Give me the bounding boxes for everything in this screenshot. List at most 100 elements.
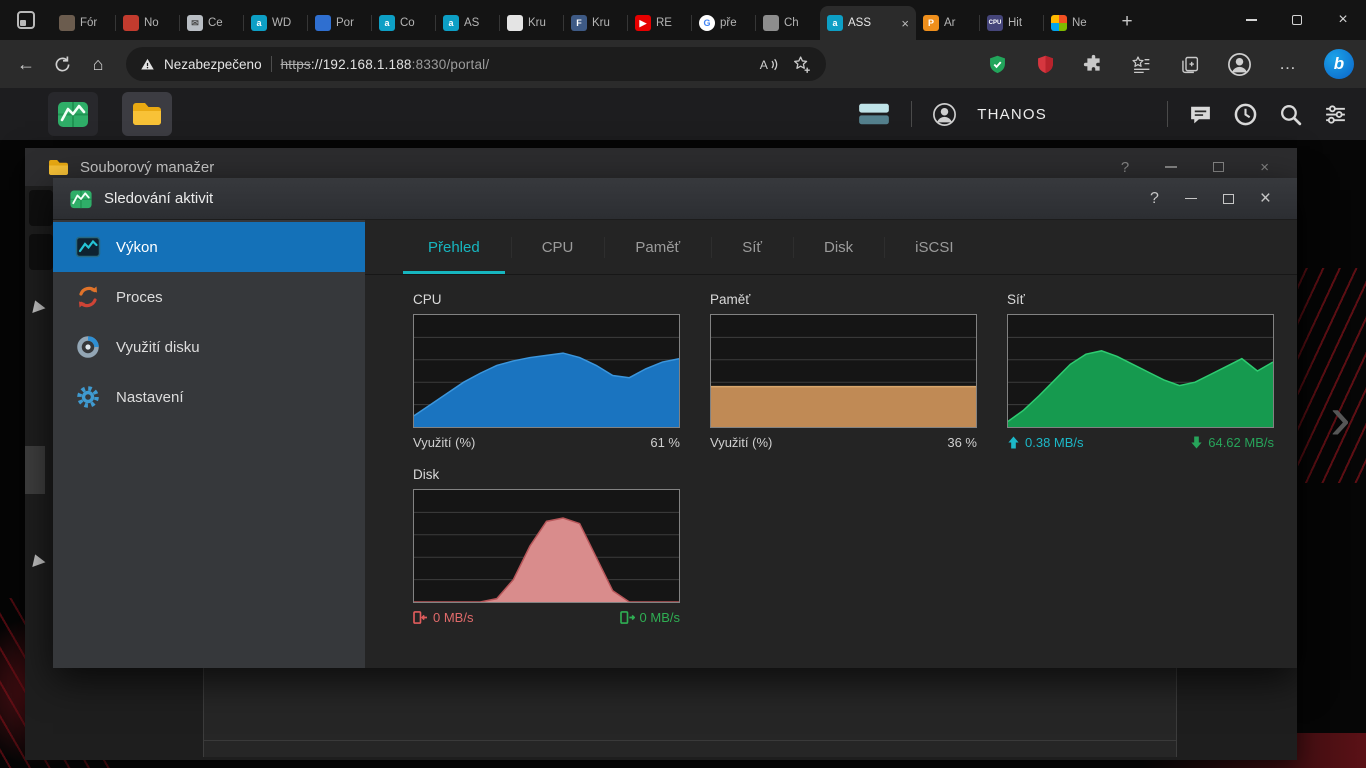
tab-title: WD	[272, 17, 301, 29]
browser-tab[interactable]: aCo	[372, 6, 436, 40]
window-body: VýkonProcesVyužití diskuNastavení Přehle…	[53, 220, 1297, 668]
address-bar[interactable]: Nezabezpečeno https://192.168.1.188:8330…	[126, 47, 826, 81]
sidebar-item-settings[interactable]: Nastavení	[53, 372, 365, 422]
divider	[1167, 101, 1168, 127]
cpu-chart-card: CPUVyužití (%)61 %	[413, 292, 680, 450]
network-chart-card: Síť0.38 MB/s64.62 MB/s	[1007, 292, 1274, 450]
tab-favicon	[123, 15, 139, 31]
browser-tab[interactable]: ▶RE	[628, 6, 692, 40]
sidebar-item-disk-usage[interactable]: Využití disku	[53, 322, 365, 372]
disk-write-icon	[620, 611, 635, 624]
browser-tab[interactable]: CPUHit	[980, 6, 1044, 40]
favorites-icon[interactable]	[1131, 54, 1152, 75]
user-avatar-icon[interactable]	[932, 102, 957, 127]
search-icon[interactable]	[1278, 102, 1303, 127]
help-button[interactable]: ?	[1121, 159, 1129, 176]
tab-network[interactable]: Síť	[711, 220, 793, 274]
browser-tab[interactable]: Fór	[52, 6, 116, 40]
adblock-shield-icon[interactable]	[1035, 54, 1056, 75]
disk-chart-card: Disk0 MB/s0 MB/s	[413, 467, 680, 625]
tab-memory[interactable]: Paměť	[604, 220, 711, 274]
stat-label: 64.62 MB/s	[1208, 435, 1274, 450]
charts-area: CPUVyužití (%)61 %PaměťVyužití (%)36 %Sí…	[365, 275, 1297, 625]
security-shield-icon[interactable]	[987, 54, 1008, 75]
browser-minimize-button[interactable]	[1228, 0, 1274, 40]
browser-tab[interactable]: Ch	[756, 6, 820, 40]
tab-actions-button[interactable]	[0, 0, 52, 40]
tab-disk[interactable]: Disk	[793, 220, 884, 274]
extensions-puzzle-icon[interactable]	[1083, 54, 1104, 75]
home-button[interactable]: ⌂	[80, 46, 116, 82]
settings-icon	[75, 384, 101, 410]
screen: FórNo✉CeaWDPoraCoaAS Kru FKru▶REGpřeCh a ASS…	[0, 0, 1366, 768]
refresh-button[interactable]	[44, 46, 80, 82]
maximize-button[interactable]	[1213, 162, 1224, 172]
back-button[interactable]: ←	[8, 46, 44, 82]
tab-favicon: G	[699, 15, 715, 31]
add-favorite-star-icon[interactable]	[791, 54, 812, 75]
fm-scrollbar[interactable]	[25, 446, 45, 494]
minimize-button[interactable]	[1165, 166, 1177, 168]
fm-toolbar-button[interactable]	[29, 234, 53, 270]
browser-tab[interactable]: No	[116, 6, 180, 40]
not-secure-warning-icon	[140, 57, 155, 72]
tab-favicon: a	[379, 15, 395, 31]
minimize-button[interactable]	[1185, 198, 1197, 200]
desktop: › Souborový manažer ? ×	[0, 140, 1366, 768]
memory-chart	[710, 314, 977, 428]
tab-iscsi[interactable]: iSCSI	[884, 220, 984, 274]
fm-panel-divider	[204, 740, 1176, 741]
tab-overview[interactable]: Přehled	[397, 220, 511, 274]
new-tab-button[interactable]: +	[1112, 7, 1142, 37]
network-stat: 64.62 MB/s	[1190, 435, 1274, 450]
close-button[interactable]: ×	[1260, 189, 1271, 208]
browser-close-button[interactable]: ×	[1320, 0, 1366, 40]
browser-tab[interactable]: Kru	[500, 6, 564, 40]
portal-taskbar: THANOS	[0, 88, 1366, 140]
maximize-button[interactable]	[1223, 194, 1234, 204]
up-arrow-icon	[1007, 436, 1020, 449]
browser-tab[interactable]: PAr	[916, 6, 980, 40]
background-tasks-clock-icon[interactable]	[1233, 102, 1258, 127]
activity-sidebar: VýkonProcesVyužití diskuNastavení	[53, 220, 365, 668]
tab-cpu[interactable]: CPU	[511, 220, 605, 274]
notifications-icon[interactable]	[1188, 102, 1213, 127]
url-host: ://192.168.1.188	[311, 57, 412, 72]
taskbar-right: THANOS	[857, 101, 1366, 127]
help-button[interactable]: ?	[1150, 191, 1159, 207]
tab-title: Kru	[528, 17, 557, 29]
browser-tab[interactable]: ✉Ce	[180, 6, 244, 40]
sidebar-item-performance[interactable]: Výkon	[53, 222, 365, 272]
tab-title: ASS	[848, 17, 894, 29]
file-manager-icon	[47, 156, 70, 179]
tab-close-icon[interactable]: ×	[899, 16, 909, 31]
bing-icon[interactable]: b	[1324, 49, 1354, 79]
username[interactable]: THANOS	[977, 106, 1047, 123]
read-aloud-icon[interactable]: A	[758, 54, 779, 75]
browser-tab[interactable]: Ne	[1044, 6, 1108, 40]
browser-tab[interactable]: aWD	[244, 6, 308, 40]
browser-tab[interactable]: aASS×	[820, 6, 916, 40]
tab-favicon: P	[923, 15, 939, 31]
dock-activity-monitor[interactable]	[48, 92, 98, 136]
window-controls: ? ×	[1121, 159, 1273, 176]
portal-page: THANOS › Souborový manažer ?	[0, 88, 1366, 768]
cpu-stat: Využití (%)	[413, 435, 475, 450]
browser-tab[interactable]: FKru	[564, 6, 628, 40]
browser-menu-button[interactable]: …	[1279, 61, 1297, 68]
browser-tab[interactable]: aAS	[436, 6, 500, 40]
preferences-sliders-icon[interactable]	[1323, 102, 1348, 127]
browser-profile-avatar[interactable]	[1227, 52, 1252, 77]
collections-icon[interactable]	[1179, 54, 1200, 75]
taskbar-panel-icon[interactable]	[857, 101, 891, 127]
browser-maximize-button[interactable]	[1274, 0, 1320, 40]
browser-tab[interactable]: Por	[308, 6, 372, 40]
fm-toolbar-button[interactable]	[29, 190, 53, 226]
dock-file-manager[interactable]	[122, 92, 172, 136]
sidebar-item-process[interactable]: Proces	[53, 272, 365, 322]
disk-chart-title: Disk	[413, 467, 680, 482]
close-button[interactable]: ×	[1260, 159, 1269, 176]
tab-favicon	[763, 15, 779, 31]
browser-tab[interactable]: Gpře	[692, 6, 756, 40]
file-manager-icon	[130, 97, 164, 131]
